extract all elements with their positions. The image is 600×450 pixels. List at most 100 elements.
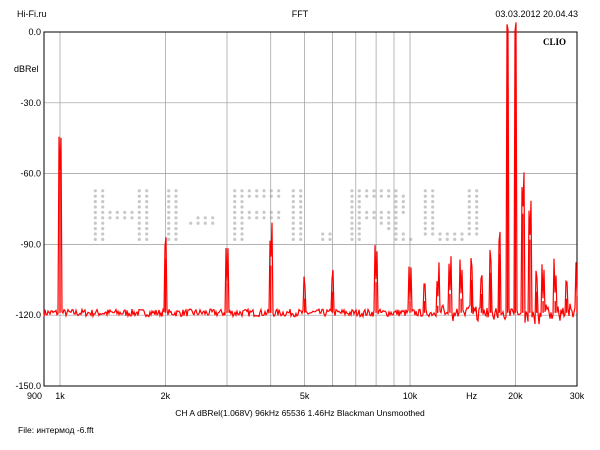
watermark-dot: [387, 221, 391, 225]
watermark-dot: [394, 232, 398, 236]
x-tick-label: Hz: [466, 391, 477, 401]
watermark-dot: [291, 200, 295, 204]
watermark-dot: [93, 221, 97, 225]
watermark-dot: [262, 216, 266, 220]
watermark-dot: [101, 189, 105, 193]
watermark-dot: [130, 216, 134, 220]
watermark-dot: [277, 189, 281, 193]
watermark-dot: [240, 216, 244, 220]
watermark-dot: [93, 189, 97, 193]
watermark-dot: [299, 189, 303, 193]
watermark-dot: [240, 221, 244, 225]
watermark-dot: [233, 189, 237, 193]
watermark-dot: [460, 237, 464, 241]
watermark-dot: [269, 216, 273, 220]
watermark-dot: [233, 194, 237, 198]
watermark-dot: [262, 194, 266, 198]
watermark-dot: [269, 210, 273, 214]
watermark-dot: [394, 189, 398, 193]
watermark-dot: [350, 232, 354, 236]
watermark-dot: [174, 216, 178, 220]
watermark-dot: [475, 227, 479, 231]
watermark-dot: [174, 194, 178, 198]
watermark-dot: [291, 227, 295, 231]
watermark-dot: [438, 232, 442, 236]
watermark-dot: [328, 237, 332, 241]
watermark-dot: [123, 216, 127, 220]
watermark-dot: [145, 194, 149, 198]
watermark-dot: [145, 205, 149, 209]
watermark-dot: [365, 194, 369, 198]
watermark-dot: [401, 237, 405, 241]
watermark-dot: [291, 205, 295, 209]
watermark-dot: [137, 232, 141, 236]
watermark-dot: [233, 216, 237, 220]
fft-chart: 0.0 -30.0 -60.0 -90.0 -120.0 -150.0 900 1k 2k 5k…: [14, 22, 585, 401]
watermark-dot: [145, 221, 149, 225]
watermark-dot: [93, 227, 97, 231]
watermark-dot: [423, 221, 427, 225]
watermark-dot: [101, 210, 105, 214]
watermark-dot: [174, 200, 178, 204]
watermark-dot: [93, 194, 97, 198]
watermark-dot: [357, 205, 361, 209]
watermark-dot: [357, 216, 361, 220]
watermark-dot: [240, 232, 244, 236]
watermark-dot: [387, 194, 391, 198]
watermark-dot: [357, 232, 361, 236]
watermark-dot: [467, 216, 471, 220]
watermark-dot: [299, 200, 303, 204]
watermark-dot: [423, 194, 427, 198]
watermark-dot: [269, 194, 273, 198]
watermark-dot: [387, 227, 391, 231]
watermark-dot: [233, 205, 237, 209]
watermark-dot: [379, 194, 383, 198]
watermark-dot: [291, 210, 295, 214]
watermark-dot: [475, 200, 479, 204]
x-tick-label: 30k: [570, 391, 585, 401]
watermark-dot: [321, 237, 325, 241]
y-tick-label: -30.0: [20, 98, 41, 108]
watermark-dot: [255, 216, 259, 220]
watermark-dot: [475, 189, 479, 193]
watermark-dot: [255, 210, 259, 214]
watermark-dot: [167, 205, 171, 209]
watermark-dot: [277, 194, 281, 198]
watermark-dot: [247, 216, 251, 220]
watermark-dot: [350, 200, 354, 204]
watermark-dot: [431, 200, 435, 204]
watermark-dot: [145, 189, 149, 193]
watermark-dot: [350, 221, 354, 225]
watermark-dot: [240, 189, 244, 193]
watermark-dot: [365, 216, 369, 220]
watermark-dot: [357, 237, 361, 241]
watermark-dot: [379, 216, 383, 220]
y-tick-label: -120.0: [15, 310, 41, 320]
watermark-dot: [423, 232, 427, 236]
watermark-dot: [167, 189, 171, 193]
brand-label: CLIO: [543, 37, 566, 47]
watermark-dot: [240, 194, 244, 198]
watermark-dot: [475, 210, 479, 214]
watermark-dot: [423, 200, 427, 204]
watermark-dot: [101, 237, 105, 241]
watermark-dot: [137, 237, 141, 241]
watermark-dot: [299, 221, 303, 225]
watermark-dot: [423, 189, 427, 193]
file-info: File: интермод -6.fft: [18, 425, 94, 435]
watermark-dot: [233, 200, 237, 204]
watermark-dot: [167, 200, 171, 204]
watermark-dot: [467, 205, 471, 209]
watermark-dot: [174, 221, 178, 225]
watermark-dot: [431, 210, 435, 214]
watermark-dot: [379, 221, 383, 225]
watermark-dot: [145, 210, 149, 214]
watermark-dot: [387, 210, 391, 214]
watermark-dot: [255, 194, 259, 198]
watermark-dot: [299, 232, 303, 236]
watermark-dot: [394, 205, 398, 209]
watermark-dot: [431, 216, 435, 220]
watermark-dot: [431, 232, 435, 236]
watermark-dot: [167, 221, 171, 225]
watermark-dot: [467, 200, 471, 204]
